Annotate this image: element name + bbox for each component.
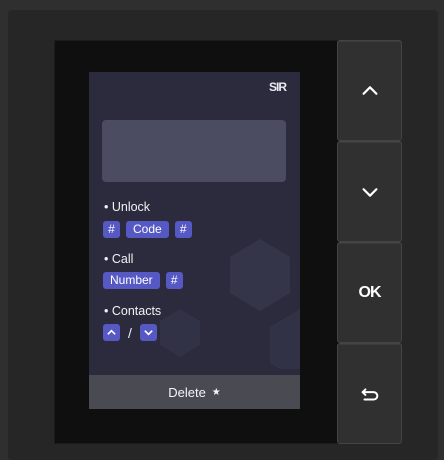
down-arrow-chip <box>139 324 157 341</box>
chevron-up-icon <box>107 329 116 335</box>
call-label: • Call <box>104 252 134 266</box>
down-button[interactable] <box>337 141 402 242</box>
contacts-label: • Contacts <box>104 304 162 318</box>
ok-button[interactable]: OK <box>337 242 402 343</box>
chevron-up-icon <box>361 85 378 95</box>
number-chip: Number <box>103 272 160 289</box>
hash-chip: # <box>165 272 183 289</box>
hash-chip: # <box>174 221 192 238</box>
code-chip: Code <box>126 221 169 238</box>
unlock-chip-row: # Code # <box>103 221 192 238</box>
contacts-separator: / <box>128 324 132 341</box>
ok-label: OK <box>358 283 382 301</box>
chevron-down-icon <box>361 187 378 197</box>
return-arrow-icon <box>361 387 378 401</box>
delete-softkey[interactable]: Delete ★ <box>89 375 300 409</box>
up-arrow-chip <box>103 324 120 341</box>
unlock-label: • Unlock <box>104 200 151 214</box>
contacts-chip-row: / <box>103 324 157 341</box>
chevron-down-icon <box>144 330 153 336</box>
back-button[interactable] <box>337 343 402 444</box>
code-input-display <box>102 120 286 182</box>
up-button[interactable] <box>337 40 402 141</box>
delete-label: Delete <box>168 384 206 400</box>
hexagon-background-pattern <box>160 239 300 369</box>
status-icon: SIR <box>268 80 287 94</box>
hardware-button-column: OK <box>337 40 402 444</box>
hash-chip: # <box>103 221 120 238</box>
call-chip-row: Number # <box>103 272 183 289</box>
star-icon: ★ <box>211 386 221 398</box>
display-screen: SIR • Unlock # Code # • Call Number # • … <box>89 72 300 409</box>
